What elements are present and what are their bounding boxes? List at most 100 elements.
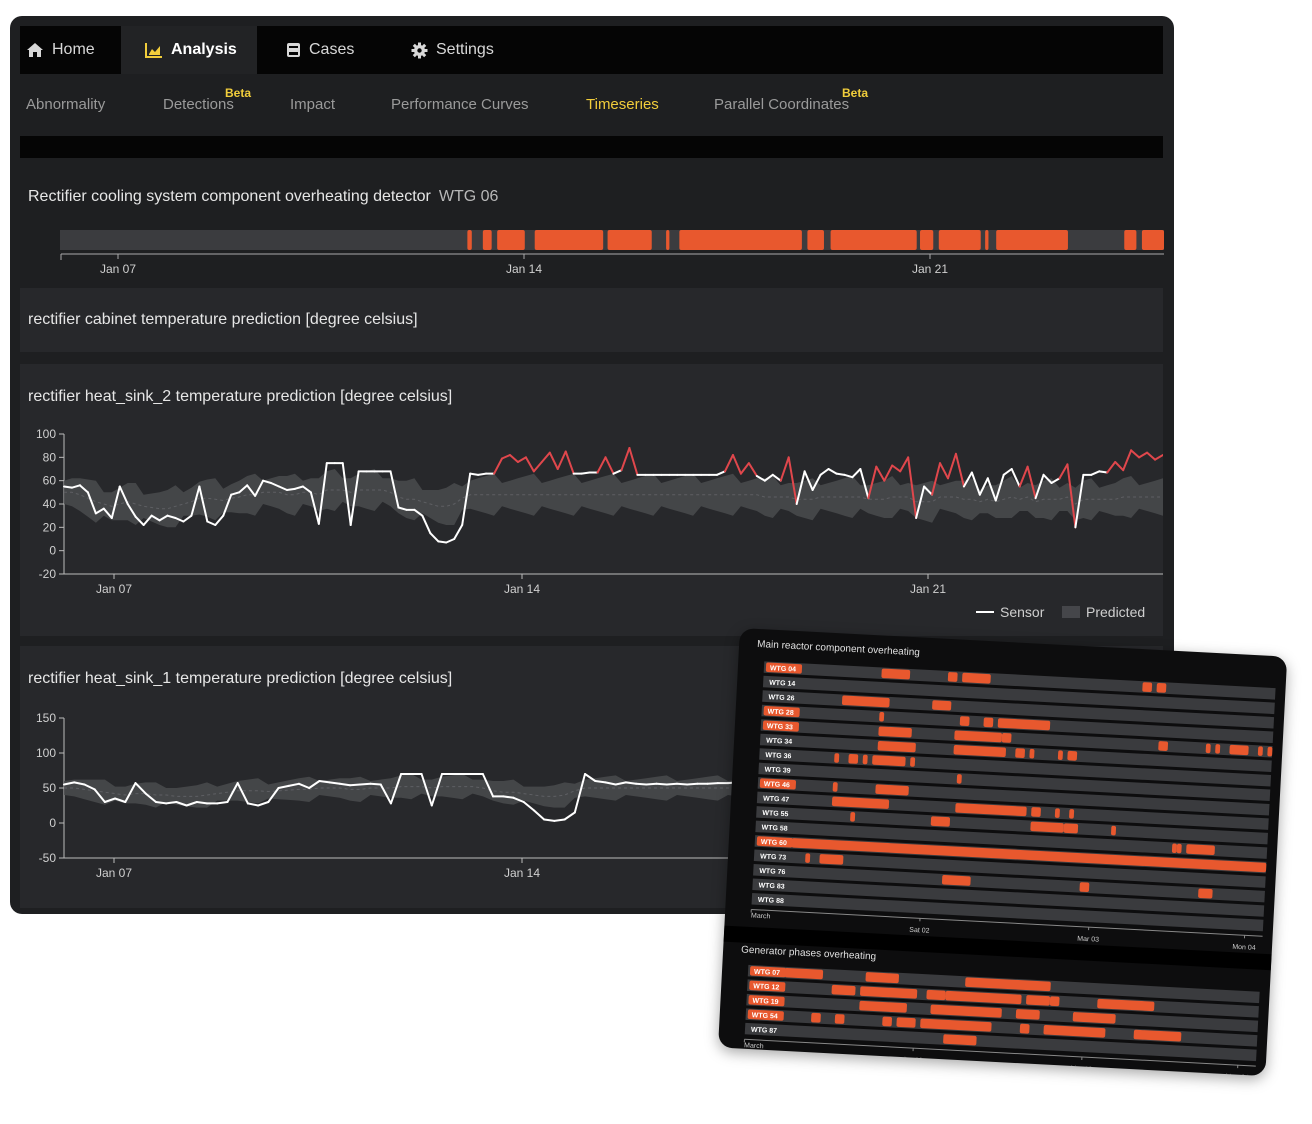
sensor-segment: [1106, 461, 1117, 474]
chart-heatsink2: 100 80 60 40 20 0 -20 Jan 07 Jan 14 Jan 21: [36, 427, 1163, 596]
subnav-tab-performance-curves[interactable]: Performance Curves: [391, 96, 529, 113]
sensor-segment: [429, 532, 440, 543]
gantt-bar: [872, 755, 906, 767]
gantt-bar: [875, 784, 909, 796]
sensor-segment: [338, 782, 352, 787]
sensor-segment: [1130, 449, 1141, 459]
sensor-segment: [516, 456, 527, 463]
gantt-bar: [1029, 748, 1035, 759]
gantt-bar: [1142, 682, 1153, 693]
subnav-tab-parallel-coordinates[interactable]: Parallel Coordinates: [714, 96, 849, 113]
gantt-bar: [848, 753, 859, 764]
sensor-segment: [522, 801, 535, 812]
sensor-segment: [594, 780, 607, 784]
gantt-bar: [811, 1012, 821, 1023]
sensor-segment: [206, 520, 217, 526]
gantt-bar: [1267, 746, 1273, 757]
gantt-bar: [1001, 732, 1012, 743]
sensor-segment: [655, 782, 668, 786]
gantt-bar: [881, 668, 911, 680]
y-tick-label: 100: [36, 427, 56, 441]
sensor-segment: [501, 454, 511, 460]
sensor-segment: [624, 781, 638, 785]
gantt-bar: [879, 712, 885, 722]
gantt-bar: [1205, 743, 1211, 754]
gantt-bar: [1031, 807, 1041, 817]
sensor-segment: [946, 452, 957, 480]
gantt-bar: [1054, 808, 1060, 818]
detection-bar: [920, 230, 934, 250]
gantt-bar: [945, 990, 1022, 1005]
gantt-bar: [1111, 825, 1117, 836]
gantt-bar: [1079, 882, 1090, 893]
gantt-bar: [831, 984, 856, 996]
subnav-tab-detections[interactable]: Detections: [163, 96, 234, 113]
gantt-bar: [832, 782, 838, 792]
y-tick-label: 0: [49, 544, 56, 558]
gantt-tick-label: Mon 04: [1232, 944, 1256, 952]
detection-bar: [666, 230, 670, 250]
detector-title: Rectifier cooling system component overh…: [28, 188, 498, 206]
gantt-bar: [1067, 750, 1078, 761]
sensor-segment: [445, 538, 456, 544]
sensor-segment: [63, 485, 73, 489]
subnav-tab-abnormality[interactable]: Abnormality: [26, 96, 105, 113]
top-nav: Home Analysis Cases Settings: [20, 26, 1163, 74]
gantt-bar: [1030, 821, 1064, 833]
sensor-segment: [628, 447, 639, 476]
gantt-bar: [1063, 823, 1079, 834]
gantt-bar: [1171, 843, 1177, 854]
detector-turbine: WTG 06: [438, 188, 499, 205]
detection-bar: [534, 230, 604, 250]
detection-bar: [1124, 230, 1137, 250]
gantt-row-label: WTG 28: [767, 709, 793, 717]
sensor-segment: [318, 780, 331, 784]
detector-timeline: Jan 07 Jan 14 Jan 21: [60, 230, 1164, 276]
sensor-segment: [779, 456, 790, 482]
nav-tab-cases[interactable]: Cases: [282, 26, 382, 74]
nav-tab-analysis[interactable]: Analysis: [121, 26, 257, 74]
gantt-bar: [862, 754, 868, 765]
gantt-bar: [1015, 748, 1025, 758]
subnav-tab-timeseries[interactable]: Timeseries: [586, 96, 659, 113]
gantt-tick-label: Sat 02: [909, 927, 930, 935]
gantt-bar: [1019, 1023, 1030, 1034]
gantt-main-reactor: WTG 04 WTG 14 WTG 26 WTG 28 WTG 33 WTG 34 WTG …: [750, 661, 1276, 952]
divider-bar: [20, 136, 1163, 158]
gantt-bar: [834, 1014, 845, 1024]
nav-tab-label: Analysis: [171, 41, 237, 58]
nav-tab-home[interactable]: Home: [20, 26, 120, 74]
gantt-row-label: WTG 88: [758, 897, 784, 905]
y-tick-label: 60: [43, 474, 57, 488]
book-icon: [287, 43, 300, 57]
y-tick-label: 40: [43, 497, 57, 511]
gantt-bar: [1186, 844, 1215, 856]
sensor-swatch: [976, 611, 994, 613]
sensor-segment: [645, 782, 658, 786]
panel-heatsink2: rectifier heat_sink_2 temperature predic…: [20, 364, 1163, 636]
sensor-segment: [612, 469, 623, 475]
nav-tab-settings[interactable]: Settings: [407, 26, 517, 74]
gantt-row-label: WTG 60: [761, 839, 787, 847]
axis-tick-label: Jan 21: [912, 262, 948, 276]
y-tick-label: 20: [43, 520, 57, 534]
detection-bar: [938, 230, 981, 250]
sensor-segment: [369, 782, 382, 786]
sensor-segment: [827, 468, 838, 475]
sensor-segment: [563, 811, 576, 821]
sensor-segment: [1146, 451, 1157, 461]
panel-title: rectifier heat_sink_1 temperature predic…: [28, 670, 453, 687]
gantt-row-label: WTG 83: [758, 882, 784, 890]
detection-bar: [1141, 230, 1164, 250]
gantt-tick-label: Mar 03: [1077, 936, 1099, 944]
sensor-segment: [939, 462, 949, 480]
sensor-segment: [675, 782, 689, 786]
panel-cabinet: rectifier cabinet temperature prediction…: [20, 288, 1163, 352]
gantt-row-label: WTG 33: [767, 723, 793, 731]
gantt-tick-label: March: [744, 1042, 764, 1050]
gantt-row-label: WTG 36: [765, 752, 791, 760]
subnav-tab-impact[interactable]: Impact: [290, 96, 335, 113]
y-tick-label: 100: [36, 746, 56, 760]
gantt-tick-label: Mar 03: [1070, 1065, 1092, 1073]
gantt-row-label: WTG 54: [752, 1012, 778, 1020]
